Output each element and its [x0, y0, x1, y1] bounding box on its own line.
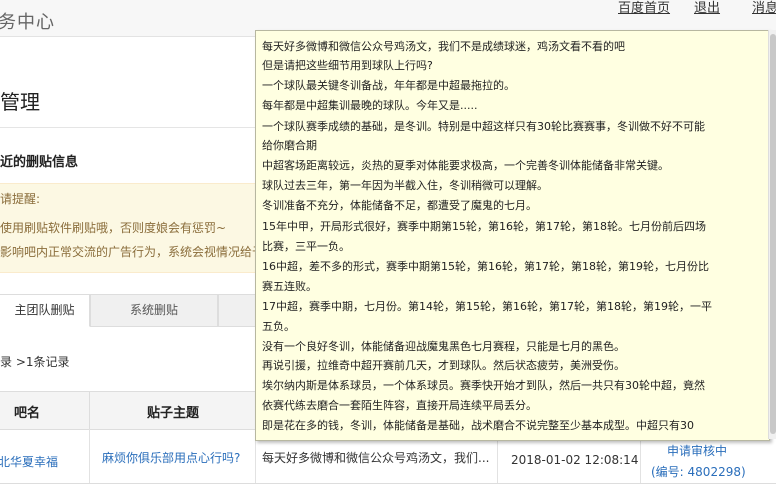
tooltip-line: 埃尔纳内斯是体系球员，一个体系球员。赛季快开始才到队，然后一共只有30轮中超，竟… — [262, 379, 705, 392]
page-scrollbar[interactable] — [768, 30, 776, 439]
nav-logout-link[interactable]: 退出 — [694, 0, 720, 16]
column-header-topic: 贴子主题 — [147, 406, 200, 421]
tooltip-line: 赛五连败。 — [262, 280, 317, 293]
tooltip-line: 没有一个良好冬训，体能储备迎战魔鬼黑色七月赛程，只能是七月的黑色。 — [262, 340, 625, 353]
nav-messages-link[interactable]: 消息 — [752, 0, 776, 16]
tooltip-line: 每年都是中超集训最晚的球队。今年又是..... — [262, 99, 478, 112]
scrollbar-thumb[interactable] — [770, 34, 776, 434]
tab-team-delete[interactable]: 主团队删贴 — [0, 294, 90, 327]
tooltip-line: 每天好多微博和微信公众号鸡汤文，我们不是成绩球迷，鸡汤文看不看的吧 — [262, 40, 625, 53]
divider — [0, 127, 256, 128]
tab-system-delete[interactable]: 系统删贴 — [90, 294, 218, 327]
tooltip-line: 依赛代练去磨合一套陌生阵容，直接开局连续平局丢分。 — [262, 399, 537, 412]
tooltip-line: 冬训准备不充分，体能储备不足，都遭受了魔鬼的七月。 — [262, 199, 537, 212]
row-separator — [89, 429, 90, 483]
tooltip-line: 17中超，赛季中期，七月份。第14轮，第15轮，第16轮，第17轮，第18轮，第… — [262, 300, 712, 313]
tooltip-line: 比赛，三平一负。 — [262, 240, 350, 253]
brand-title: 务中心 — [0, 12, 55, 33]
tab-more[interactable] — [218, 294, 260, 327]
tooltip-line: 五负。 — [262, 320, 295, 333]
tooltip-line: 16中超，差不多的形式，赛季中期第15轮，第16轮，第17轮，第18轮，第19轮… — [262, 260, 709, 273]
notice-box: 请提醒: 使用刷贴软件刷贴哦，否则度娘会有惩罚~ 影响吧内正常交流的广告行为，系… — [0, 183, 264, 273]
tooltip-line: 再说引援，拉维奇中超开赛前几天，才到球队。然后状态疲劳，美洲受伤。 — [262, 359, 625, 372]
section-title: 管理 — [0, 90, 40, 114]
tooltip-line: 一个球队赛季成绩的基础，是冬训。特别是中超这样只有30轮比赛赛事，冬训做不好不可… — [262, 120, 705, 133]
tooltip-line: 球队过去三年，第一年因为半截入住，冬训稍微可以理解。 — [262, 179, 548, 192]
column-separator — [89, 392, 90, 429]
tooltip-line: 但是请把这些细节用到球队上行吗? — [262, 59, 433, 72]
notice-line: 使用刷贴软件刷贴哦，否则度娘会有惩罚~ — [0, 221, 227, 235]
tooltip-line: 中超客场距离较远，炎热的夏季对体能要求极高，一个完善冬训体能储备非常关键。 — [262, 159, 669, 172]
cell-topic-link[interactable]: 麻烦你俱乐部用点心行吗? — [102, 449, 240, 466]
cell-forum-link[interactable]: 北华夏幸福 — [0, 453, 58, 470]
cell-status-link[interactable]: 申请审核中 — [667, 442, 727, 459]
column-header-forum: 吧名 — [14, 406, 41, 421]
tooltip-line: 即是花在多的钱，冬训，体能储备是基础，战术磨合不说完整至少基本成型。中超只有30 — [262, 419, 694, 432]
tooltip-line: 一个球队最关键冬训备战，年年都是中超最拖拉的。 — [262, 79, 515, 92]
tab-bar: 主团队删贴 系统删贴 — [0, 294, 260, 327]
tooltip-line: 给你磨合期 — [262, 139, 317, 152]
content-tooltip: 每天好多微博和微信公众号鸡汤文，我们不是成绩球迷，鸡汤文看不看的吧 但是请把这些… — [255, 30, 770, 441]
notice-line: 影响吧内正常交流的广告行为，系统会视情况给予 — [0, 245, 265, 259]
nav-baidu-home-link[interactable]: 百度首页 — [618, 0, 670, 16]
recent-deleted-heading: 近的删贴信息 — [0, 155, 79, 170]
cell-time: 2018-01-02 12:08:14 — [511, 453, 639, 467]
notice-line: 请提醒: — [0, 192, 41, 206]
cell-serial-number: (编号: 4802298) — [651, 465, 746, 479]
cell-content: 每天好多微博和微信公众号鸡汤文，我们... — [262, 451, 490, 465]
record-count: 录 >1条记录 — [0, 355, 70, 369]
tooltip-line: 15年中甲，开局形式很好，赛季中期第15轮，第16轮，第17轮，第18轮。七月份… — [262, 220, 706, 233]
